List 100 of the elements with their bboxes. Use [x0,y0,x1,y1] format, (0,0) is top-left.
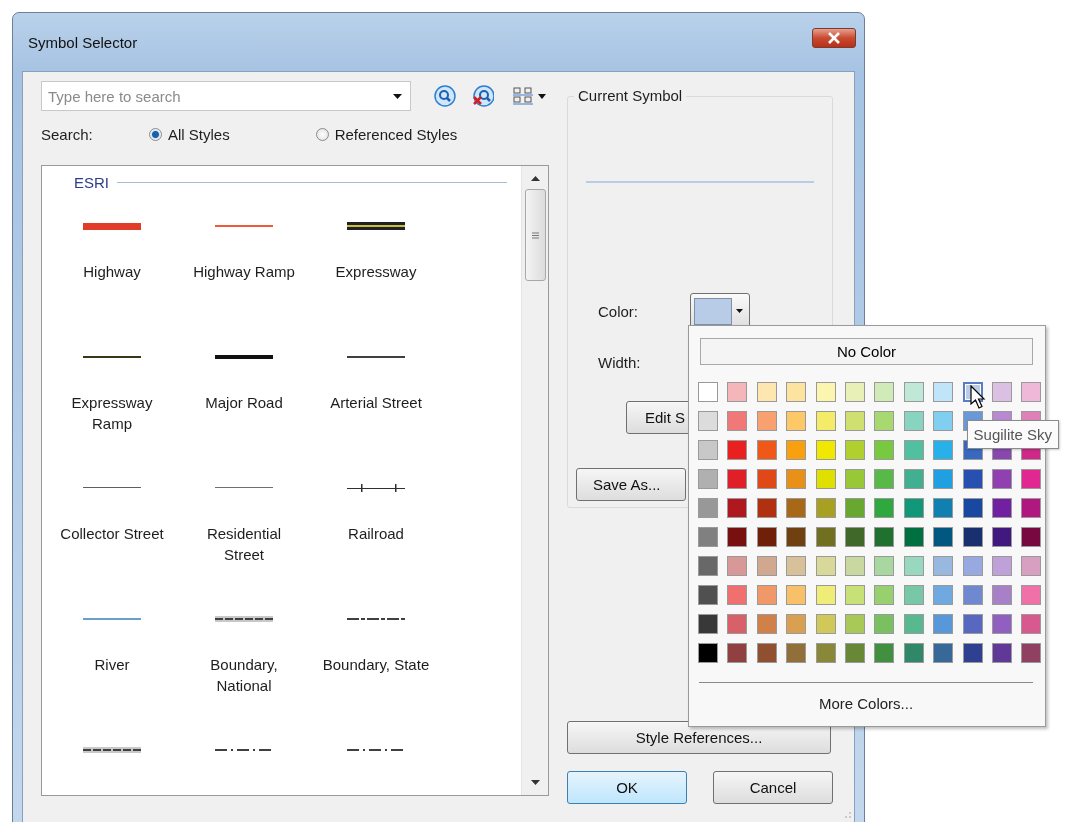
color-swatch[interactable] [727,585,748,605]
color-swatch[interactable] [786,556,807,576]
color-swatch[interactable] [727,411,748,431]
color-swatch[interactable] [1021,556,1042,576]
color-swatch[interactable] [844,440,865,460]
color-swatch[interactable] [698,556,718,576]
symbol-name[interactable]: Boundary, National [188,654,300,696]
color-swatch[interactable] [756,382,777,402]
save-as-button[interactable]: Save As... [576,468,686,501]
color-swatch[interactable] [874,469,895,489]
color-swatch[interactable] [962,498,983,518]
color-swatch[interactable] [874,556,895,576]
more-colors-button[interactable]: More Colors... [697,694,1035,713]
color-swatch[interactable] [698,585,718,605]
color-swatch[interactable] [903,556,924,576]
symbol-name[interactable]: Highway [56,261,168,282]
search-field[interactable]: Type here to search [41,81,411,111]
color-swatch[interactable] [844,382,865,402]
color-swatch[interactable] [756,440,777,460]
color-swatch[interactable] [756,411,777,431]
color-swatch[interactable] [962,527,983,547]
color-swatch[interactable] [727,498,748,518]
color-swatch[interactable] [698,440,718,460]
color-swatch[interactable] [962,585,983,605]
symbol-name[interactable]: Expressway [320,261,432,282]
no-color-button[interactable]: No Color [700,338,1033,365]
color-swatch[interactable] [874,643,895,663]
color-swatch[interactable] [727,469,748,489]
color-swatch[interactable] [903,498,924,518]
color-swatch[interactable] [844,498,865,518]
color-swatch[interactable] [903,440,924,460]
color-swatch[interactable] [1021,498,1042,518]
ok-button[interactable]: OK [567,771,687,804]
color-swatch[interactable] [727,382,748,402]
color-swatch[interactable] [727,440,748,460]
color-swatch[interactable] [1021,643,1042,663]
color-swatch[interactable] [815,527,836,547]
color-swatch[interactable] [698,643,718,663]
color-swatch[interactable] [874,382,895,402]
color-swatch[interactable] [727,556,748,576]
color-swatch[interactable] [844,585,865,605]
color-swatch[interactable] [991,585,1012,605]
symbol-name[interactable]: Highway Ramp [188,261,300,282]
color-swatch[interactable] [962,556,983,576]
style-references-button[interactable]: Style References... [567,721,831,754]
color-swatch[interactable] [815,585,836,605]
color-swatch[interactable] [991,643,1012,663]
symbol-name[interactable]: Railroad [320,523,432,544]
color-swatch[interactable] [933,556,954,576]
color-swatch[interactable] [756,643,777,663]
color-swatch[interactable] [1021,614,1042,634]
color-swatch[interactable] [756,498,777,518]
color-swatch[interactable] [698,527,718,547]
color-swatch[interactable] [786,382,807,402]
color-swatch[interactable] [844,614,865,634]
color-swatch[interactable] [903,411,924,431]
symbol-name[interactable]: Major Road [188,392,300,413]
color-swatch[interactable] [815,382,836,402]
color-swatch[interactable] [698,411,718,431]
color-swatch[interactable] [844,556,865,576]
color-swatch[interactable] [933,643,954,663]
color-swatch[interactable] [991,469,1012,489]
color-swatch[interactable] [844,411,865,431]
color-swatch[interactable] [874,498,895,518]
color-swatch[interactable] [727,614,748,634]
color-swatch[interactable] [962,643,983,663]
color-swatch[interactable] [815,469,836,489]
color-swatch[interactable] [874,411,895,431]
color-swatch[interactable] [815,614,836,634]
cancel-button[interactable]: Cancel [713,771,833,804]
color-swatch[interactable] [815,498,836,518]
color-swatch[interactable] [1021,527,1042,547]
color-swatch[interactable] [786,614,807,634]
color-swatch[interactable] [874,585,895,605]
color-swatch[interactable] [786,469,807,489]
color-swatch[interactable] [815,411,836,431]
color-swatch[interactable] [815,643,836,663]
symbol-name[interactable]: Boundary, State [320,654,432,675]
symbol-name[interactable]: River [56,654,168,675]
color-swatch[interactable] [1021,469,1042,489]
color-swatch[interactable] [698,498,718,518]
close-button[interactable] [812,28,856,48]
radio-button[interactable]: All Styles [149,125,230,143]
color-swatch[interactable] [756,527,777,547]
color-swatch[interactable] [991,556,1012,576]
color-swatch[interactable] [991,614,1012,634]
color-swatch[interactable] [698,614,718,634]
color-swatch[interactable] [933,440,954,460]
color-swatch[interactable] [756,556,777,576]
color-swatch[interactable] [844,643,865,663]
color-swatch[interactable] [903,643,924,663]
color-swatch[interactable] [903,585,924,605]
color-swatch[interactable] [756,469,777,489]
color-swatch[interactable] [756,614,777,634]
color-swatch[interactable] [903,614,924,634]
color-swatch[interactable] [786,643,807,663]
color-swatch[interactable] [933,411,954,431]
color-swatch[interactable] [698,469,718,489]
scrollbar[interactable] [521,166,548,795]
color-swatch[interactable] [933,585,954,605]
